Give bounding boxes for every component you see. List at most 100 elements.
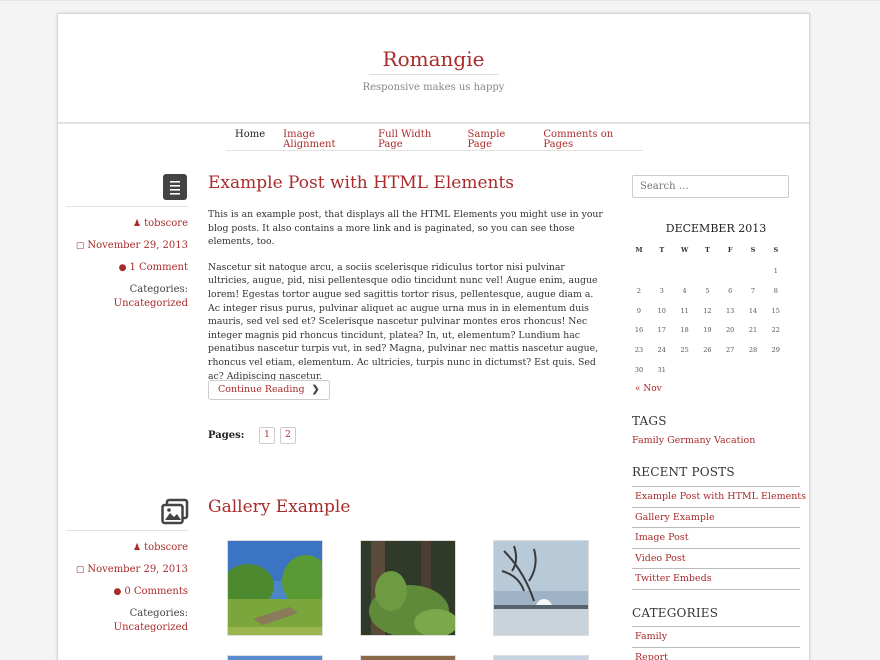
calendar-weekday: W — [680, 246, 689, 254]
title-divider — [369, 74, 499, 75]
recent-posts-title: RECENT POSTS — [632, 465, 735, 479]
meta-divider — [66, 206, 188, 207]
recent-post-link[interactable]: Example Post with HTML Elements — [632, 487, 806, 508]
recent-post-link[interactable]: Twitter Embeds — [632, 569, 800, 590]
calendar-day: 18 — [680, 326, 689, 335]
page-link-1[interactable]: 1 — [259, 427, 275, 444]
calendar-day: 14 — [748, 306, 758, 315]
gallery-thumbnail[interactable] — [493, 655, 589, 660]
calendar-day: 30 — [634, 366, 644, 374]
calendar-day: 6 — [728, 286, 733, 295]
calendar-day: 20 — [726, 326, 735, 335]
top-border — [0, 0, 880, 1]
categories-label: Categories: — [129, 284, 188, 295]
categories-label: Categories: — [129, 608, 188, 619]
calendar-day: 25 — [680, 346, 689, 355]
calendar-caption: DECEMBER 2013 — [665, 222, 767, 235]
calendar-day: 4 — [682, 286, 687, 295]
calendar-icon: ▢ — [75, 241, 85, 251]
nav-item-full-width-page[interactable]: Full Width Page — [369, 130, 458, 150]
post-content: This is an example post, that displays a… — [208, 208, 608, 395]
comment-icon: ● — [113, 587, 122, 597]
gallery-thumbnail[interactable] — [360, 540, 456, 636]
post-paragraph: Nascetur sit natoque arcu, a sociis scel… — [208, 261, 599, 382]
calendar-day: 29 — [771, 346, 780, 355]
post-paragraph: This is an example post, that displays a… — [208, 209, 603, 248]
meta-divider — [66, 530, 188, 531]
categories-list: Family Report — [632, 626, 800, 660]
category-link[interactable]: Uncategorized — [114, 622, 188, 633]
gallery-thumbnail[interactable] — [360, 655, 456, 660]
user-icon: ♟ — [133, 219, 142, 229]
post-date[interactable]: ▢ November 29, 2013 — [76, 240, 188, 251]
pages-label: Pages: — [208, 430, 245, 441]
calendar-day: 5 — [705, 286, 710, 295]
calendar-day: 28 — [748, 346, 758, 355]
categories-widget-title: CATEGORIES — [632, 606, 719, 620]
post-author[interactable]: ♟ tobscore — [133, 542, 188, 553]
calendar-weekday: S — [750, 246, 756, 254]
calendar-day: 16 — [634, 326, 644, 335]
calendar-day: 7 — [750, 286, 756, 295]
calendar-weekday: T — [659, 246, 665, 254]
calendar-day: 8 — [773, 286, 778, 295]
nav-item-sample-page[interactable]: Sample Page — [459, 130, 535, 150]
document-icon — [163, 174, 187, 200]
recent-post-link[interactable]: Gallery Example — [632, 508, 800, 528]
calendar-day: 23 — [634, 346, 644, 355]
post-title[interactable]: Gallery Example — [208, 497, 350, 517]
calendar-day: 19 — [703, 326, 712, 335]
calendar-weekday: F — [727, 246, 733, 254]
page-container: Romangie Responsive makes us happy Home … — [57, 13, 810, 660]
calendar-prev-link[interactable]: « Nov — [635, 384, 662, 394]
user-icon: ♟ — [133, 543, 142, 553]
calendar-day: 12 — [703, 306, 712, 315]
recent-post-link[interactable]: Video Post — [632, 549, 800, 569]
calendar-day: 3 — [659, 286, 664, 295]
gallery-thumbnail[interactable] — [227, 655, 323, 660]
calendar-day: 22 — [771, 326, 780, 335]
nav-item-comments-on-pages[interactable]: Comments on Pages — [534, 130, 643, 150]
nav-item-image-alignment[interactable]: Image Alignment — [274, 130, 369, 150]
recent-posts-list: Example Post with HTML Elements Gallery … — [632, 486, 806, 590]
calendar-day: 11 — [680, 306, 689, 315]
calendar-day: 2 — [636, 286, 642, 295]
gallery-thumbnail[interactable] — [493, 540, 589, 636]
calendar-day: 21 — [748, 326, 758, 335]
calendar-day: 24 — [657, 346, 666, 355]
post-date[interactable]: ▢ November 29, 2013 — [76, 564, 188, 575]
calendar-weekday: T — [704, 246, 710, 254]
category-item[interactable]: Report — [632, 648, 800, 660]
category-item[interactable]: Family — [632, 627, 800, 648]
calendar-day: 31 — [657, 366, 666, 374]
category-link[interactable]: Uncategorized — [114, 298, 188, 309]
recent-post-link[interactable]: Image Post — [632, 528, 800, 549]
main-nav: Home Image Alignment Full Width Page Sam… — [226, 124, 643, 151]
continue-reading-button[interactable]: Continue Reading ❯ — [208, 380, 330, 400]
calendar-day: 1 — [773, 267, 778, 275]
gallery-thumbnail[interactable] — [227, 540, 323, 636]
nav-item-home[interactable]: Home — [226, 130, 274, 150]
calendar-day: 27 — [726, 346, 735, 355]
tag-cloud[interactable]: Family Germany Vacation — [632, 435, 755, 446]
post-title[interactable]: Example Post with HTML Elements — [208, 173, 514, 193]
calendar-weekday: M — [635, 246, 643, 254]
calendar-day: 17 — [657, 326, 666, 335]
calendar-day: 26 — [703, 346, 712, 355]
post-comments[interactable]: ● 1 Comment — [119, 262, 188, 273]
gallery-icon — [161, 498, 189, 530]
site-tagline: Responsive makes us happy — [362, 82, 505, 93]
page-link-2[interactable]: 2 — [280, 427, 296, 444]
post-author[interactable]: ♟ tobscore — [133, 218, 188, 229]
calendar-day: 9 — [636, 306, 642, 315]
calendar-day: 15 — [771, 306, 780, 315]
site-title[interactable]: Romangie — [58, 47, 809, 71]
calendar-day: 13 — [726, 306, 735, 315]
calendar-icon: ▢ — [75, 565, 85, 575]
tags-widget-title: TAGS — [632, 414, 667, 428]
site-header: Romangie Responsive makes us happy — [58, 14, 809, 124]
post-comments[interactable]: ● 0 Comments — [113, 586, 188, 597]
search-input[interactable] — [632, 175, 789, 198]
chevron-right-icon: ❯ — [311, 384, 320, 395]
comment-icon: ● — [118, 263, 127, 273]
